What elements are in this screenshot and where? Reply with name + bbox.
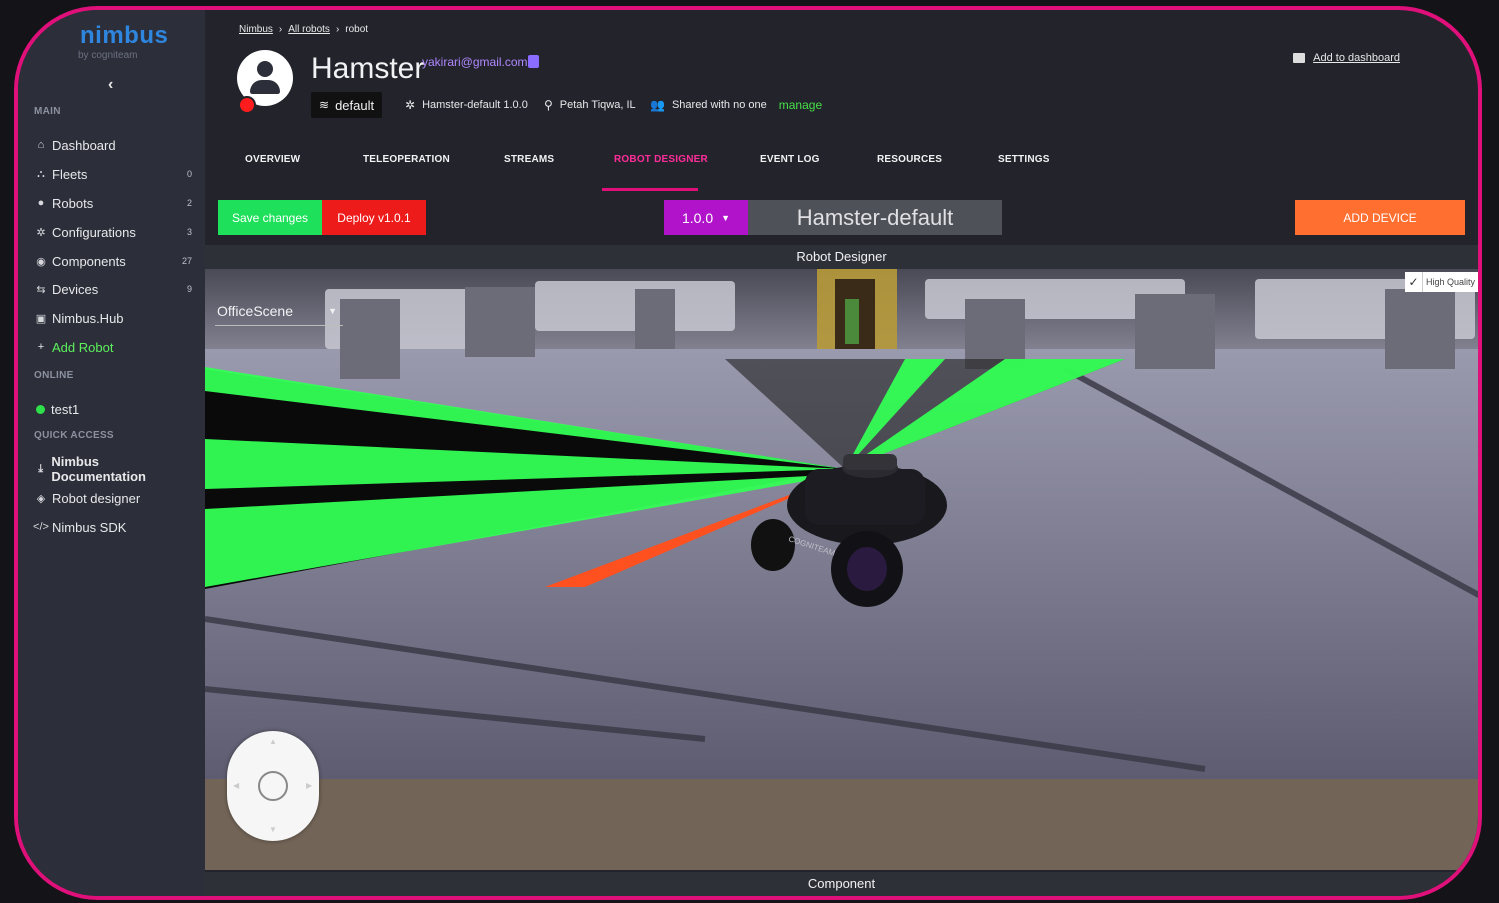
quick-item-nimbus-sdk[interactable]: </> Nimbus SDK [32,516,192,538]
online-status-icon [36,404,45,414]
owner-email: yakirari@gmail.com [422,55,528,69]
tab-robot-designer[interactable]: ROBOT DESIGNER [614,154,708,165]
section-label-online: ONLINE [34,370,74,381]
code-icon: </> [33,521,49,533]
plus-icon: + [37,341,45,353]
sidebar-item-count: 0 [186,169,192,179]
location-info: ⚲ Petah Tiqwa, IL [544,98,636,112]
section-label-quick-access: QUICK ACCESS [34,430,114,441]
3d-viewport[interactable]: COGNITEAM OfficeScene ▼ ✓ High Quality ▲… [205,269,1478,870]
sidebar-item-label: Dashboard [52,137,116,153]
breadcrumb: Nimbus › All robots › robot [239,24,369,35]
scene-select[interactable]: OfficeScene ▼ [215,296,343,326]
branch-badge[interactable]: ≋ default [311,92,383,118]
sidebar-item-label: Components [52,253,126,269]
tab-event-log[interactable]: EVENT LOG [760,154,820,165]
arrow-down-icon: ▼ [269,825,277,834]
quick-item-documentation[interactable]: ⤓ Nimbus Documentation [32,454,192,484]
joystick-control[interactable]: ▲ ▼ ◀ ▶ [227,731,319,841]
status-indicator-icon [238,96,256,114]
robot-avatar [237,50,293,114]
caret-down-icon: ▼ [721,212,731,223]
folder-plus-icon [1293,53,1306,63]
sidebar-item-count: 27 [181,256,192,266]
breadcrumb-current: robot [345,24,369,35]
configuration-name: Hamster-default [748,200,1002,235]
component-panel-title: Component [205,872,1478,896]
arrow-right-icon: ▶ [306,781,313,790]
sidebar-item-label: Nimbus.Hub [52,310,124,326]
robot-icon: ● [37,197,45,209]
component-icon: ◉ [36,255,46,268]
sidebar-item-label: Robots [52,195,94,211]
home-icon: ⌂ [37,139,45,151]
add-device-button[interactable]: ADD DEVICE [1295,200,1465,235]
section-label-main: MAIN [34,106,61,117]
download-icon: ⤓ [38,462,44,475]
quick-item-label: Nimbus SDK [52,519,127,535]
arrow-left-icon: ◀ [233,781,240,790]
sidebar-item-add-robot[interactable]: + Add Robot [32,336,192,358]
tab-settings[interactable]: SETTINGS [998,154,1050,165]
collapse-sidebar-button[interactable]: ‹ [108,76,113,94]
main-content: Nimbus › All robots › robot Hamster yakirari… [205,10,1478,896]
sharing-info: 👥 Shared with no one manage [650,98,823,112]
tab-streams[interactable]: STREAMS [504,154,554,165]
robot-designer-title: Robot Designer [205,245,1478,269]
add-to-dashboard-link[interactable]: Add to dashboard [1293,52,1400,64]
arrow-up-icon: ▲ [269,737,277,746]
logo-subtitle: by cogniteam [78,50,138,61]
version-dropdown[interactable]: 1.0.0 ▼ [664,200,748,235]
designer-icon: ◈ [36,492,46,505]
tab-resources[interactable]: RESOURCES [877,154,942,165]
sidebar: nimbus by cogniteam ‹ MAIN ⌂ Dashboard ⛬… [18,10,205,896]
sidebar-item-robots[interactable]: ● Robots 2 [32,192,192,214]
gear-icon: ✲ [36,226,46,239]
gear-icon: ✲ [405,98,416,112]
copy-icon[interactable] [528,55,539,68]
sidebar-item-count: 9 [186,284,192,294]
save-changes-button[interactable]: Save changes [218,200,322,235]
manage-sharing-link[interactable]: manage [779,98,822,112]
scene-render: COGNITEAM [205,269,1478,870]
checkbox-checked-icon[interactable]: ✓ [1404,272,1423,292]
sidebar-item-count: 3 [186,227,192,237]
sidebar-item-label: Configurations [52,224,136,240]
app-frame: nimbus by cogniteam ‹ MAIN ⌂ Dashboard ⛬… [14,6,1482,900]
device-icon: ⇆ [36,283,46,296]
users-icon: 👥 [650,98,665,112]
layers-icon: ≋ [319,98,330,112]
tab-teleoperation[interactable]: TELEOPERATION [363,154,450,165]
sidebar-item-devices[interactable]: ⇆ Devices 9 [32,278,192,300]
caret-down-icon: ▼ [328,305,337,316]
sidebar-item-dashboard[interactable]: ⌂ Dashboard [32,134,192,156]
breadcrumb-link-nimbus[interactable]: Nimbus [239,24,273,35]
breadcrumb-link-all-robots[interactable]: All robots [288,24,330,35]
active-tab-indicator [602,188,698,191]
sidebar-item-label: Add Robot [52,339,114,355]
sidebar-item-fleets[interactable]: ⛬ Fleets 0 [32,163,192,185]
sidebar-item-label: Devices [52,281,99,297]
hub-icon: ▣ [35,312,47,325]
high-quality-toggle[interactable]: ✓ High Quality [1404,272,1478,292]
configuration-info: ✲ Hamster-default 1.0.0 [405,98,528,112]
quick-item-robot-designer[interactable]: ◈ Robot designer [32,487,192,509]
quick-item-label: Robot designer [52,490,141,506]
nimbus-logo[interactable]: nimbus [80,22,168,50]
sidebar-item-nimbus-hub[interactable]: ▣ Nimbus.Hub [32,307,192,329]
sidebar-item-configurations[interactable]: ✲ Configurations 3 [32,221,192,243]
quick-item-label: Nimbus Documentation [51,454,146,484]
sidebar-item-label: Fleets [52,166,88,182]
map-pin-icon: ⚲ [544,98,553,112]
online-robot-item[interactable]: test1 [32,398,192,420]
robot-name: Hamster [311,52,425,85]
fleet-icon: ⛬ [37,167,45,180]
deploy-button[interactable]: Deploy v1.0.1 [322,200,426,235]
sidebar-item-count: 2 [186,198,192,208]
sidebar-item-components[interactable]: ◉ Components 27 [32,250,192,272]
tab-overview[interactable]: OVERVIEW [245,154,300,165]
online-robot-label: test1 [51,401,80,417]
joystick-knob[interactable] [258,771,288,801]
